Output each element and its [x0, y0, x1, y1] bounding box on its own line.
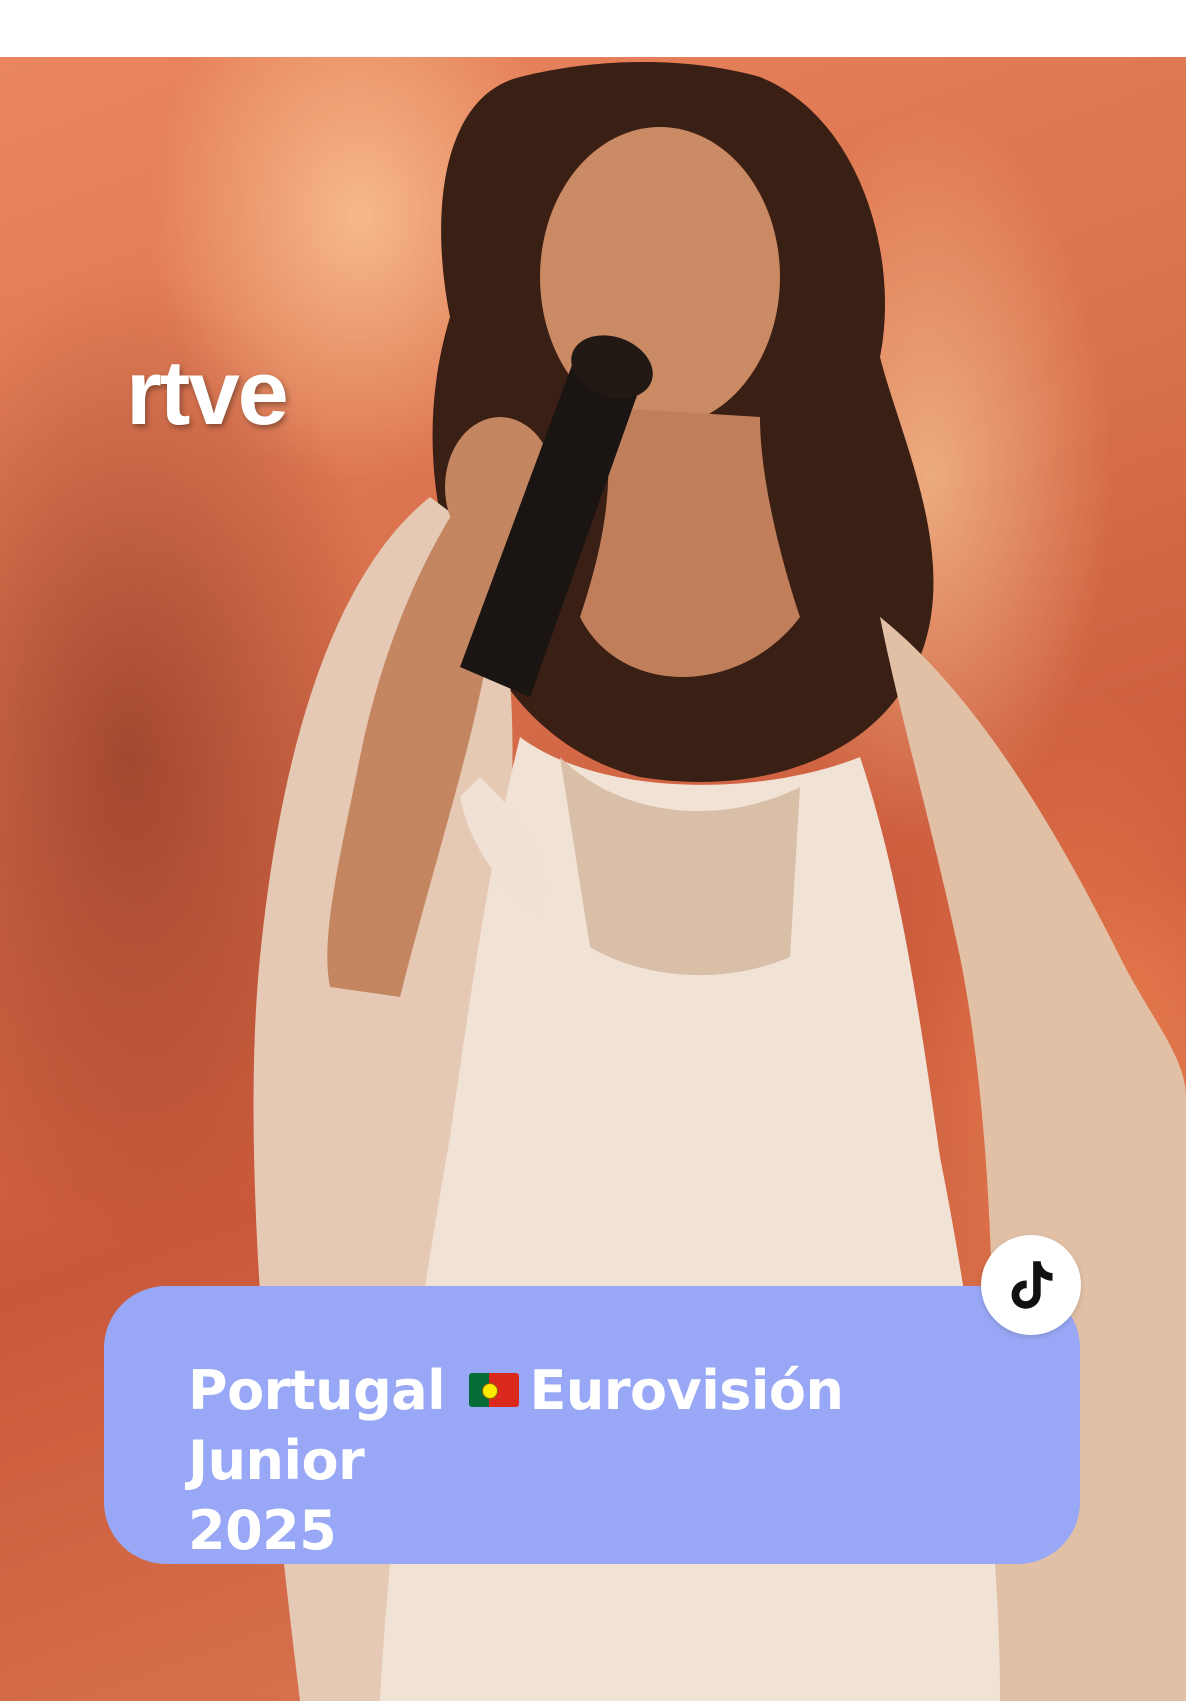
caption-card: Portugal Eurovisión Junior 2025	[104, 1286, 1080, 1564]
caption-year: 2025	[188, 1499, 337, 1562]
page: rtve Portugal Eurovisión Junior 2025	[0, 0, 1186, 1701]
caption-text: Portugal Eurovisión Junior 2025	[188, 1356, 1010, 1566]
tiktok-icon	[1011, 1261, 1053, 1309]
caption-country: Portugal	[188, 1359, 446, 1422]
portugal-flag-icon	[469, 1373, 520, 1408]
tiktok-badge[interactable]	[981, 1235, 1081, 1335]
video-frame[interactable]: rtve Portugal Eurovisión Junior 2025	[0, 57, 1186, 1701]
rtve-watermark: rtve	[126, 342, 289, 444]
